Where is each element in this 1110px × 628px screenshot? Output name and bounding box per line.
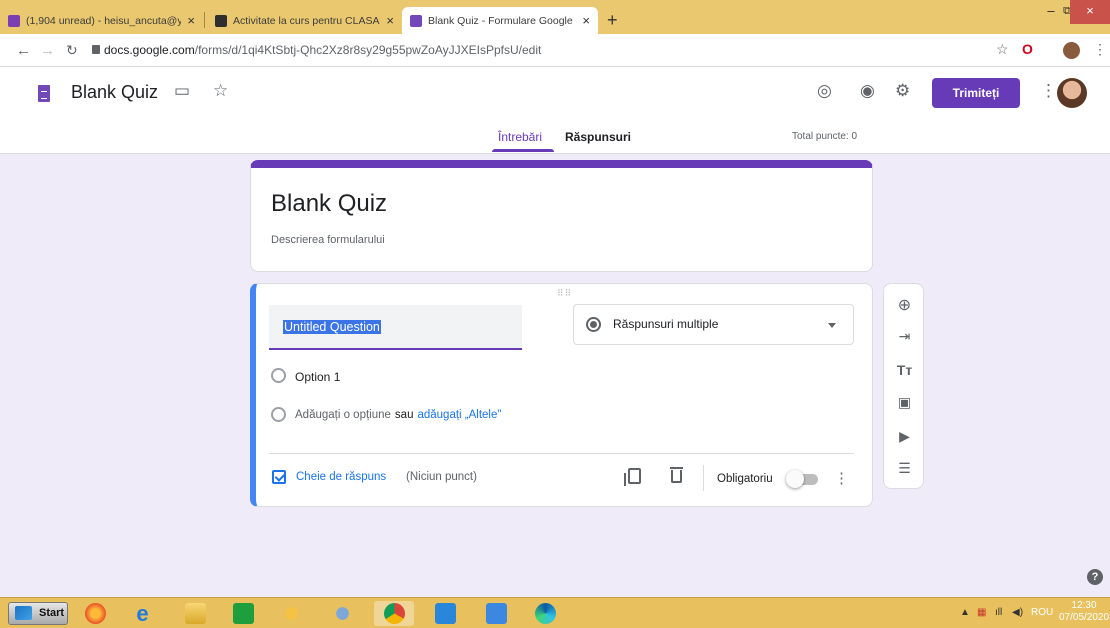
option-radio-icon: [271, 368, 286, 383]
file-explorer-taskbar-icon[interactable]: [175, 601, 215, 626]
tab-title: Activitate la curs pentru CLASA A: [233, 14, 381, 27]
clock[interactable]: 12:30 07/05/2020: [1059, 600, 1109, 624]
add-other-link[interactable]: adăugați „Altele": [417, 409, 501, 421]
question-card[interactable]: ⠿⠿ Untitled Question Răspunsuri multiple…: [250, 283, 873, 507]
footer-separator: [703, 465, 704, 491]
duplicate-icon[interactable]: [624, 468, 641, 486]
tab-title: Blank Quiz - Formulare Google: [428, 14, 573, 27]
url-path: /forms/d/1qi4KtSbtj-Qhc2Xz8r8sy29g55pwZo…: [194, 43, 542, 57]
dropdown-arrow-icon: [828, 323, 836, 328]
mail-favicon-icon: [8, 14, 20, 27]
import-questions-icon[interactable]: ⇥: [884, 328, 925, 345]
question-type-dropdown[interactable]: Răspunsuri multiple: [573, 304, 854, 345]
browser-menu-icon[interactable]: ⋮: [1093, 41, 1107, 58]
paint-taskbar-icon[interactable]: [271, 601, 311, 626]
browser-tab-mail[interactable]: (1,904 unread) - heisu_ancuta@y ×: [0, 7, 203, 34]
forms-logo-icon[interactable]: [38, 85, 50, 102]
clock-time: 12:30: [1071, 600, 1097, 611]
customize-theme-icon[interactable]: ◎: [817, 81, 832, 101]
drag-handle-icon[interactable]: ⠿⠿: [557, 288, 572, 299]
document-title[interactable]: Blank Quiz: [71, 82, 158, 103]
total-points: Total puncte: 0: [792, 131, 858, 142]
taskbar: Start e ▲ ▦ ıll ◀) ROU 12:30 07/05/2020: [0, 597, 1110, 628]
question-type-label: Răspunsuri multiple: [613, 317, 719, 331]
question-more-icon[interactable]: ⋮: [834, 469, 849, 487]
more-options-icon[interactable]: ⋮: [1040, 81, 1057, 101]
option-1-input[interactable]: Option 1: [295, 370, 340, 384]
url-field[interactable]: docs.google.com/forms/d/1qi4KtSbtj-Qhc2X…: [104, 43, 541, 57]
answer-key-button[interactable]: Cheie de răspuns: [296, 471, 386, 483]
store-taskbar-icon[interactable]: [223, 601, 263, 626]
move-to-folder-icon[interactable]: ▭: [174, 81, 190, 101]
form-title-card[interactable]: Blank Quiz Descrierea formularului: [250, 160, 873, 272]
profile-avatar-icon[interactable]: [1063, 42, 1080, 59]
browser-tab-forms[interactable]: Blank Quiz - Formulare Google ×: [402, 7, 598, 34]
send-button[interactable]: Trimiteți: [932, 78, 1020, 108]
multiple-choice-icon: [586, 317, 601, 332]
close-window-button[interactable]: ×: [1070, 0, 1110, 24]
reload-icon[interactable]: ↻: [66, 42, 78, 59]
back-icon[interactable]: ←: [16, 42, 31, 59]
close-tab-icon[interactable]: ×: [187, 13, 195, 28]
tab-questions[interactable]: Întrebări: [498, 130, 542, 144]
answer-key-icon[interactable]: [272, 470, 286, 484]
notepad-taskbar-icon[interactable]: [425, 601, 465, 626]
add-option-link[interactable]: Adăugați o opțiune: [295, 409, 391, 421]
add-option-radio-icon: [271, 407, 286, 422]
tab-title: (1,904 unread) - heisu_ancuta@y: [26, 14, 182, 27]
opera-extension-icon[interactable]: O: [1022, 41, 1033, 57]
form-description[interactable]: Descrierea formularului: [271, 234, 385, 246]
add-image-icon[interactable]: ▣: [884, 394, 925, 411]
start-button[interactable]: Start: [8, 602, 68, 625]
forward-icon[interactable]: →: [40, 42, 55, 59]
close-tab-icon[interactable]: ×: [386, 13, 394, 28]
forms-header: Blank Quiz ▭ ☆ ◎ ◉ ⚙ Trimiteți ⋮ Întrebă…: [0, 67, 1110, 154]
internet-explorer-taskbar-icon[interactable]: e: [122, 601, 162, 626]
question-title-text: Untitled Question: [283, 320, 381, 334]
add-section-icon[interactable]: ☰: [884, 460, 925, 477]
language-indicator[interactable]: ROU: [1031, 607, 1053, 618]
volume-icon[interactable]: ◀): [1012, 607, 1023, 618]
required-label: Obligatoriu: [717, 473, 773, 485]
delete-trash-icon[interactable]: [670, 467, 683, 483]
question-title-input[interactable]: Untitled Question: [269, 305, 522, 350]
or-label: sau: [394, 409, 414, 421]
tab-responses[interactable]: Răspunsuri: [565, 130, 631, 144]
star-icon[interactable]: ☆: [213, 81, 228, 101]
add-option-row: Adăugați o opțiune sau adăugați „Altele": [295, 409, 501, 421]
classroom-favicon-icon: [215, 14, 227, 27]
forms-favicon-icon: [410, 14, 422, 27]
edge-taskbar-icon[interactable]: [525, 601, 565, 626]
footer-divider: [269, 453, 854, 454]
settings-gear-icon[interactable]: ⚙: [895, 81, 910, 101]
preview-eye-icon[interactable]: ◉: [860, 81, 875, 101]
floating-toolbar: ⊕ ⇥ Tт ▣ ▶ ☰: [883, 283, 924, 489]
signal-icon[interactable]: ıll: [995, 607, 1002, 618]
tray-expand-icon[interactable]: ▲: [960, 607, 970, 618]
word-taskbar-icon[interactable]: [476, 601, 516, 626]
tab-separator: [204, 12, 205, 28]
network-alert-icon[interactable]: ▦: [977, 607, 986, 618]
paint-brush-taskbar-icon[interactable]: [322, 601, 362, 626]
help-icon[interactable]: ?: [1087, 569, 1103, 585]
add-title-icon[interactable]: Tт: [884, 362, 925, 378]
browser-tab-strip: (1,904 unread) - heisu_ancuta@y × Activi…: [0, 0, 1110, 34]
browser-tab-activity[interactable]: Activitate la curs pentru CLASA A ×: [207, 7, 402, 34]
close-tab-icon[interactable]: ×: [582, 13, 590, 28]
active-tab-indicator: [492, 149, 554, 152]
add-question-icon[interactable]: ⊕: [884, 295, 925, 315]
address-bar-row: ← → ↻ docs.google.com/forms/d/1qi4KtSbtj…: [0, 34, 1110, 67]
new-tab-button[interactable]: +: [607, 10, 618, 31]
firefox-taskbar-icon[interactable]: [75, 601, 115, 626]
add-video-icon[interactable]: ▶: [884, 428, 925, 445]
required-toggle-knob[interactable]: [786, 470, 804, 488]
form-title[interactable]: Blank Quiz: [271, 190, 387, 218]
clock-date: 07/05/2020: [1059, 612, 1110, 623]
bookmark-star-icon[interactable]: ☆: [996, 41, 1009, 58]
avatar[interactable]: [1057, 78, 1087, 108]
lock-icon: [92, 45, 100, 54]
url-host: docs.google.com: [104, 43, 195, 57]
points-label: (Niciun punct): [406, 471, 477, 483]
chrome-taskbar-icon[interactable]: [374, 601, 414, 626]
